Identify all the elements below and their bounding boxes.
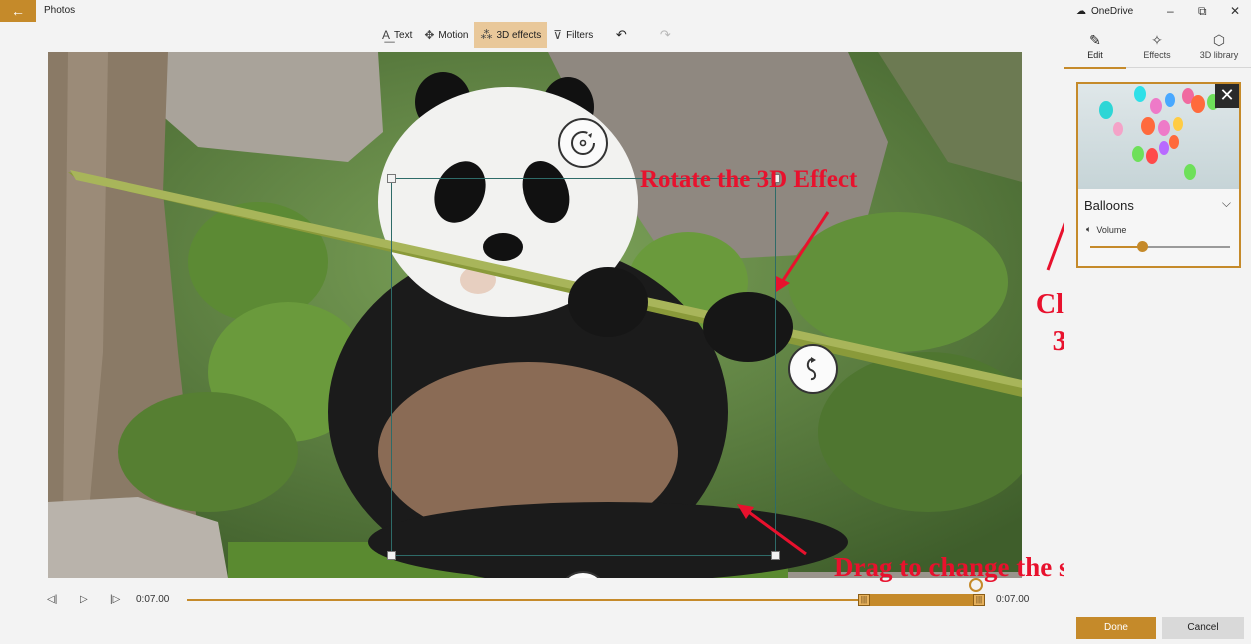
chevron-down-icon[interactable]: ⌵ [1222, 196, 1231, 211]
timeline: ◁| ▷ |▷ 0:07.00 ||| ||| 0:07.00 [0, 578, 1064, 616]
filters-icon: ⊽ [553, 28, 563, 42]
cube-icon: ⬡ [1212, 32, 1226, 48]
cancel-button[interactable]: Cancel [1162, 617, 1244, 639]
done-button[interactable]: Done [1076, 617, 1156, 639]
playhead[interactable] [969, 578, 983, 592]
rotate-icon [571, 131, 595, 155]
3d-effects-icon: ⁂ [480, 28, 493, 42]
redo-icon: ↷ [659, 27, 671, 42]
3d-effects-button[interactable]: ⁂ 3D effects [474, 22, 548, 48]
tab-3d-library[interactable]: ⬡ 3D library [1188, 28, 1250, 68]
volume-slider-thumb[interactable] [1136, 241, 1148, 252]
previous-frame-button[interactable]: ◁| [47, 594, 57, 605]
app-title: Photos [44, 5, 76, 16]
sparkle-icon: ✧ [1151, 32, 1163, 48]
range-start-handle[interactable]: ||| [858, 594, 870, 606]
effect-name: Balloons [1084, 198, 1134, 213]
text-button-label: Text [394, 29, 413, 41]
editor-toolbar: A͟ Text ✥ Motion ⁂ 3D effects ⊽ Filters … [376, 22, 679, 48]
motion-button-label: Motion [438, 29, 469, 41]
close-icon: ✕ [1219, 85, 1235, 105]
effect-duration-range[interactable] [858, 594, 984, 606]
filters-button[interactable]: ⊽ Filters [547, 22, 599, 48]
filters-button-label: Filters [566, 29, 594, 41]
resize-handle-bottom-right[interactable] [771, 551, 780, 560]
speaker-icon: 🔈︎ [1086, 224, 1092, 234]
text-icon: A͟ [382, 28, 391, 42]
minimize-button[interactable]: – [1167, 4, 1174, 18]
back-button[interactable]: ← [0, 0, 36, 22]
balloons-thumbnail[interactable]: ✕ [1078, 84, 1239, 189]
rotate-y-handle[interactable] [788, 344, 838, 394]
account-area[interactable]: ☁ OneDrive [1076, 6, 1133, 17]
motion-icon: ✥ [424, 28, 435, 42]
remove-effect-button[interactable]: ✕ [1215, 84, 1239, 108]
resize-handle-bottom-left[interactable] [387, 551, 396, 560]
title-bar: ← Photos [0, 0, 1064, 22]
current-time: 0:07.00 [136, 594, 170, 605]
annotation-rotate: Rotate the 3D Effect [640, 166, 858, 193]
redo-button[interactable]: ↷ [651, 22, 679, 48]
side-panel: ☁ OneDrive – ⧉ ✕ ✎ Edit ✧ Effects ⬡ 3D l… [1064, 0, 1251, 644]
rotate-icon [806, 357, 817, 381]
tab-effects-label: Effects [1143, 50, 1171, 60]
next-frame-button[interactable]: |▷ [110, 594, 120, 605]
volume-label: Volume [1096, 224, 1127, 235]
video-preview[interactable] [48, 52, 1022, 578]
resize-handle-top-left[interactable] [387, 174, 396, 183]
tab-effects[interactable]: ✧ Effects [1126, 28, 1188, 68]
effect-card[interactable]: ✕ Balloons ⌵ 🔈︎ Volume [1076, 82, 1241, 268]
range-end-handle[interactable]: ||| [973, 594, 985, 606]
3d-effects-button-label: 3D effects [496, 29, 542, 41]
panel-tabs: ✎ Edit ✧ Effects ⬡ 3D library [1064, 28, 1251, 69]
undo-button[interactable]: ↶ [607, 22, 635, 48]
volume-slider-fill [1090, 246, 1142, 248]
play-button[interactable]: ▷ [80, 594, 88, 605]
tab-edit-label: Edit [1087, 50, 1103, 60]
account-label: OneDrive [1091, 6, 1134, 17]
text-button[interactable]: A͟ Text [376, 22, 418, 48]
pencil-icon: ✎ [1089, 32, 1101, 48]
back-arrow-icon: ← [11, 3, 25, 19]
close-window-button[interactable]: ✕ [1230, 4, 1240, 18]
undo-icon: ↶ [615, 27, 627, 42]
restore-button[interactable]: ⧉ [1198, 4, 1207, 19]
rotate-x-handle[interactable] [558, 118, 608, 168]
cloud-icon: ☁ [1076, 6, 1086, 17]
volume-slider[interactable] [1090, 241, 1230, 252]
tab-edit[interactable]: ✎ Edit [1064, 28, 1126, 69]
annotation-drag: Drag to change the size [834, 552, 1101, 582]
tab-3d-library-label: 3D library [1199, 50, 1239, 60]
motion-button[interactable]: ✥ Motion [418, 22, 474, 48]
effect-bounding-box[interactable] [391, 178, 776, 556]
volume-row: 🔈︎ Volume [1086, 224, 1126, 235]
end-time: 0:07.00 [996, 594, 1030, 605]
